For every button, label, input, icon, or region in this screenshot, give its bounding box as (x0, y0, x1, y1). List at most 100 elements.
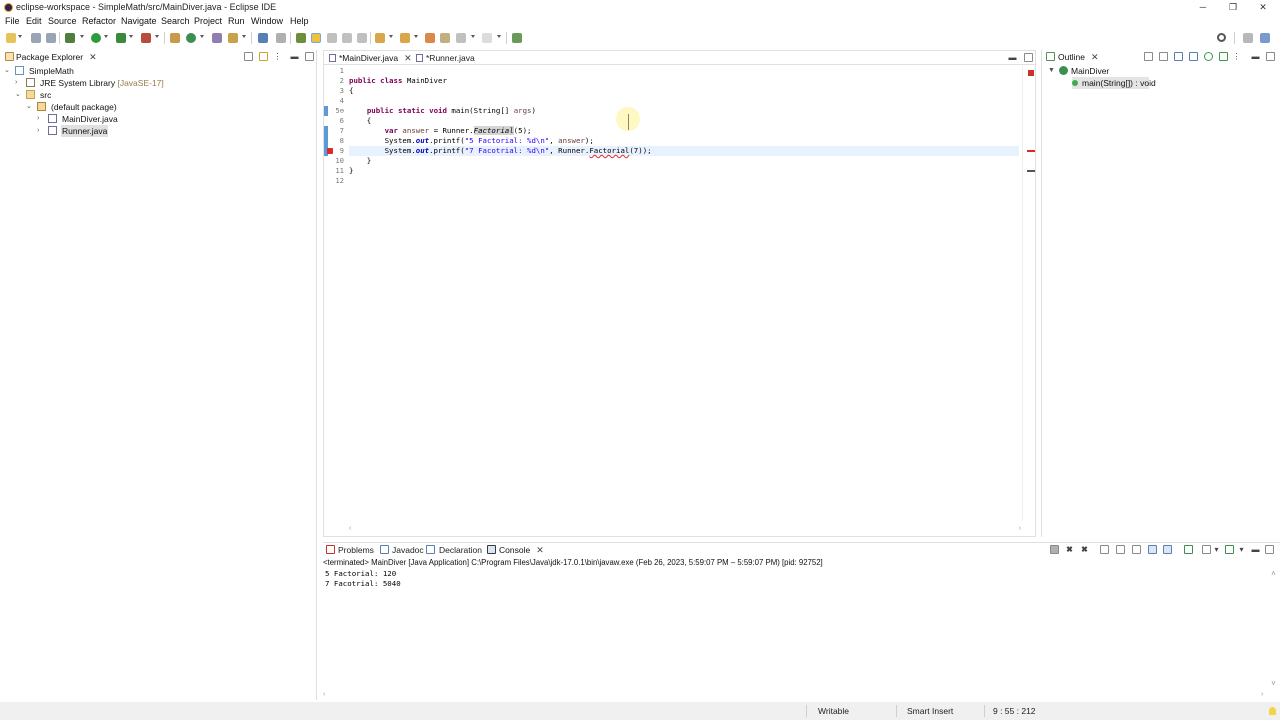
tab-outline[interactable]: Outline ✕ (1058, 50, 1098, 64)
new-dropdown-icon[interactable] (18, 35, 22, 38)
run-dropdown-icon[interactable] (104, 35, 108, 38)
chevron-down-icon[interactable]: ⌄ (15, 89, 23, 101)
pin-editor-icon[interactable] (512, 33, 522, 43)
scroll-up-icon[interactable]: ˄ (1269, 569, 1278, 578)
tab-maindiver[interactable]: *MainDiver.java ✕ (329, 51, 412, 65)
show-whitespace-icon[interactable] (357, 33, 367, 43)
forward-icon[interactable] (482, 33, 492, 43)
open-console-icon[interactable] (1225, 545, 1234, 554)
occurrence-overview-marker[interactable] (1027, 170, 1035, 172)
save-icon[interactable] (31, 33, 41, 43)
menu-navigate[interactable]: Navigate (121, 16, 157, 26)
open-console-dropdown-icon[interactable]: ▾ (1237, 545, 1246, 554)
search-dropdown-icon[interactable] (242, 35, 246, 38)
minimize-view-icon[interactable]: ▬ (1251, 545, 1260, 554)
open-type-icon[interactable] (212, 33, 222, 43)
link-with-editor-icon[interactable] (259, 52, 268, 61)
minimize-view-icon[interactable]: ▬ (290, 52, 299, 61)
scroll-left-icon[interactable]: ‹ (323, 691, 325, 698)
chevron-right-icon[interactable]: › (37, 125, 45, 137)
open-perspective-icon[interactable] (1243, 33, 1253, 43)
scroll-left-icon[interactable]: ‹ (349, 525, 351, 532)
last-edit-icon[interactable] (425, 33, 435, 43)
status-cursor-position[interactable]: 9 : 55 : 212 (993, 706, 1036, 716)
tab-declaration[interactable]: Declaration (439, 543, 482, 557)
maximize-view-icon[interactable] (305, 52, 314, 61)
tab-javadoc[interactable]: Javadoc (392, 543, 424, 557)
annotation-icon[interactable] (296, 33, 306, 43)
close-icon[interactable]: ✕ (536, 545, 544, 555)
tips-lightbulb-icon[interactable] (1269, 707, 1276, 715)
chevron-down-icon[interactable]: ⌄ (4, 65, 12, 77)
view-menu-icon[interactable]: ⋮ (273, 52, 282, 61)
restore-button[interactable]: ❐ (1218, 0, 1248, 15)
close-icon[interactable]: ✕ (89, 52, 97, 62)
menu-edit[interactable]: Edit (26, 16, 42, 26)
menu-window[interactable]: Window (251, 16, 283, 26)
previous-annotation-dropdown-icon[interactable] (414, 35, 418, 38)
error-overview-icon[interactable] (1028, 70, 1034, 76)
code-area[interactable]: public class MainDiver { public static v… (349, 66, 1019, 526)
maximize-view-icon[interactable] (1266, 52, 1275, 61)
search-icon[interactable] (1217, 33, 1226, 42)
clear-console-icon[interactable] (1100, 545, 1109, 554)
view-menu-icon[interactable]: ⋮ (1232, 52, 1241, 61)
tab-console[interactable]: Console ✕ (499, 543, 544, 557)
remove-all-icon[interactable]: ✖ (1080, 545, 1089, 554)
hide-non-public-icon[interactable] (1204, 52, 1213, 61)
menu-project[interactable]: Project (194, 16, 222, 26)
new-class-dropdown-icon[interactable] (200, 35, 204, 38)
overview-ruler[interactable] (1022, 66, 1036, 521)
horizontal-scrollbar[interactable]: ‹ › (349, 525, 1021, 535)
new-icon[interactable] (6, 33, 16, 43)
scroll-lock-icon[interactable] (1116, 545, 1125, 554)
tab-problems[interactable]: Problems (338, 543, 374, 557)
menu-refactor[interactable]: Refactor (82, 16, 116, 26)
block-selection-icon[interactable] (342, 33, 352, 43)
coverage-dropdown-icon[interactable] (129, 35, 133, 38)
minimize-button[interactable]: ─ (1188, 0, 1218, 15)
tab-runner[interactable]: *Runner.java (416, 51, 475, 65)
maximize-view-icon[interactable] (1265, 545, 1274, 554)
scroll-right-icon[interactable]: › (1261, 691, 1263, 698)
chevron-down-icon[interactable]: ▼ (1048, 65, 1056, 77)
terminate-icon[interactable] (1050, 545, 1059, 554)
minimize-view-icon[interactable]: ▬ (1251, 52, 1260, 61)
search-tool-icon[interactable] (228, 33, 238, 43)
back-dropdown-icon[interactable] (471, 35, 475, 38)
hide-fields-icon[interactable] (1174, 52, 1183, 61)
forward-dropdown-icon[interactable] (497, 35, 501, 38)
display-console-dropdown-icon[interactable]: ▾ (1212, 545, 1221, 554)
word-wrap-icon[interactable] (1132, 545, 1141, 554)
outline-method-row[interactable]: main(String[]) : void (1072, 77, 1156, 89)
chevron-down-icon[interactable]: ⌄ (26, 101, 34, 113)
menu-source[interactable]: Source (48, 16, 77, 26)
new-java-project-icon[interactable] (170, 33, 180, 43)
new-class-icon[interactable] (186, 33, 196, 43)
scroll-right-icon[interactable]: › (1019, 525, 1021, 532)
java-perspective-icon[interactable] (1260, 33, 1270, 43)
collapse-all-icon[interactable] (244, 52, 253, 61)
close-tab-icon[interactable]: ✕ (404, 53, 412, 63)
menu-file[interactable]: File (5, 16, 20, 26)
hide-local-types-icon[interactable] (1219, 52, 1228, 61)
debug-icon[interactable] (65, 33, 75, 43)
close-icon[interactable]: ✕ (1091, 52, 1099, 62)
next-annotation-dropdown-icon[interactable] (389, 35, 393, 38)
word-wrap-icon[interactable] (327, 33, 337, 43)
show-stdout-icon[interactable] (1148, 545, 1157, 554)
previous-annotation-icon[interactable] (400, 33, 410, 43)
menu-run[interactable]: Run (228, 16, 245, 26)
status-insert-mode[interactable]: Smart Insert (907, 706, 953, 716)
back-icon[interactable] (456, 33, 466, 43)
collapse-all-icon[interactable] (1144, 52, 1153, 61)
tab-package-explorer[interactable]: Package Explorer ✕ (16, 50, 97, 64)
menu-search[interactable]: Search (161, 16, 190, 26)
sort-icon[interactable] (1159, 52, 1168, 61)
external-tools-icon[interactable] (141, 33, 151, 43)
show-stderr-icon[interactable] (1163, 545, 1172, 554)
open-console-icon[interactable] (258, 33, 268, 43)
save-all-icon[interactable] (46, 33, 56, 43)
close-button[interactable]: ✕ (1248, 0, 1278, 15)
pin-console-icon[interactable] (1184, 545, 1193, 554)
